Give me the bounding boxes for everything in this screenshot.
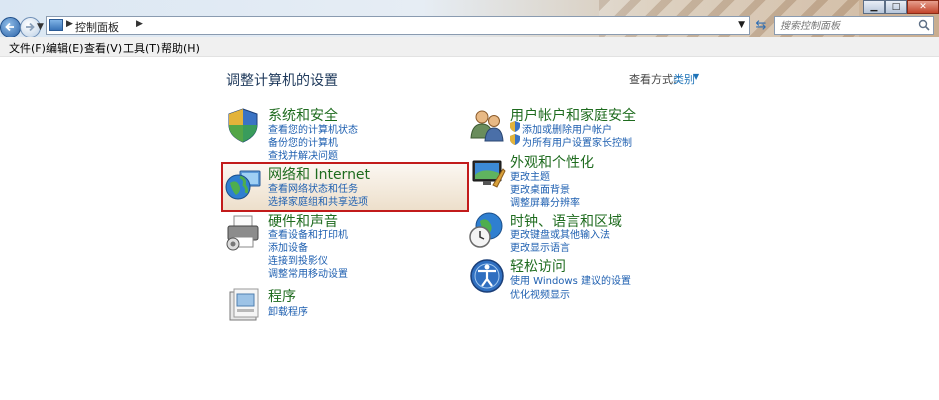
users-icon[interactable] <box>468 106 506 144</box>
history-dropdown-icon[interactable]: ▼ <box>37 22 44 32</box>
search-input[interactable] <box>778 18 922 35</box>
view-by-dropdown[interactable]: 类别 <box>673 71 695 87</box>
search-icon[interactable] <box>918 19 930 31</box>
display-icon[interactable] <box>469 155 507 193</box>
search-box[interactable] <box>774 16 934 35</box>
breadcrumb-control-panel[interactable]: 控制面板 <box>75 19 119 35</box>
clock-globe-icon[interactable] <box>468 211 506 249</box>
forward-arrow-icon <box>26 22 35 32</box>
menu-bar: 文件(F) 编辑(E) 查看(V) 工具(T) 帮助(H) <box>0 37 939 57</box>
minimize-icon: ▁ <box>870 2 878 12</box>
address-bar[interactable]: ▶ 控制面板 ▶ ▼ <box>46 16 750 35</box>
printer-icon[interactable] <box>225 213 263 251</box>
link-optimize-display[interactable]: 优化视频显示 <box>510 286 570 301</box>
chevron-down-icon[interactable]: ▼ <box>693 72 699 81</box>
link-parental-controls[interactable]: 为所有用户设置家长控制 <box>522 134 632 149</box>
maximize-icon: □ <box>891 2 901 12</box>
address-dropdown-icon[interactable]: ▼ <box>738 20 745 30</box>
link-mobility-settings[interactable]: 调整常用移动设置 <box>268 265 348 280</box>
view-by-label: 查看方式: <box>629 73 677 86</box>
admin-shield-icon <box>510 134 520 145</box>
title-bar: ▼ ▶ 控制面板 ▶ ▼ ⇆ ▁ □ ✕ <box>0 0 939 38</box>
close-icon: ✕ <box>919 2 927 12</box>
breadcrumb-separator-icon[interactable]: ▶ <box>136 19 143 29</box>
programs-icon[interactable] <box>226 286 264 324</box>
menu-view[interactable]: 查看(V) <box>84 40 122 56</box>
link-troubleshoot[interactable]: 查找并解决问题 <box>268 147 338 162</box>
link-recommended-settings[interactable]: 使用 Windows 建议的设置 <box>510 272 631 287</box>
link-uninstall-program[interactable]: 卸载程序 <box>268 303 308 318</box>
menu-file[interactable]: 文件(F) <box>9 40 46 56</box>
network-globe-icon[interactable] <box>224 165 262 203</box>
menu-help[interactable]: 帮助(H) <box>161 40 200 56</box>
page-title: 调整计算机的设置 <box>226 73 338 89</box>
link-display-language[interactable]: 更改显示语言 <box>510 239 570 254</box>
minimize-button[interactable]: ▁ <box>863 0 885 14</box>
control-panel-icon <box>49 19 63 31</box>
close-button[interactable]: ✕ <box>907 0 939 14</box>
ease-of-access-icon[interactable] <box>468 257 506 295</box>
maximize-button[interactable]: □ <box>885 0 907 14</box>
menu-tools[interactable]: 工具(T) <box>123 40 160 56</box>
link-screen-resolution[interactable]: 调整屏幕分辨率 <box>510 194 580 209</box>
back-arrow-icon <box>5 22 14 32</box>
link-homegroup-sharing[interactable]: 选择家庭组和共享选项 <box>268 193 368 208</box>
refresh-icon[interactable]: ⇆ <box>752 18 770 34</box>
security-shield-icon[interactable] <box>224 106 262 144</box>
menu-edit[interactable]: 编辑(E) <box>46 40 84 56</box>
breadcrumb-separator-icon[interactable]: ▶ <box>66 19 73 29</box>
back-button[interactable] <box>0 17 21 38</box>
admin-shield-icon <box>510 121 520 132</box>
